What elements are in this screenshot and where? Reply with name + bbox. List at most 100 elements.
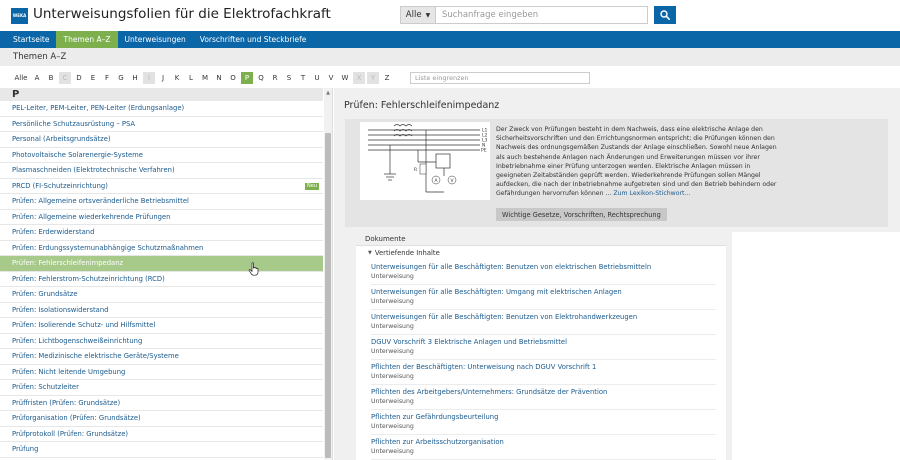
document-item[interactable]: DGUV Vorschrift 3 Elektrische Anlagen un… — [371, 335, 716, 360]
letter-r[interactable]: R — [269, 72, 281, 84]
list-item[interactable]: Photovoltaische Solarenergie-Systeme — [0, 148, 323, 163]
document-item[interactable]: Pflichten des Arbeitgebers/Unternehmers:… — [371, 385, 716, 410]
diagram-label-r: R — [414, 167, 417, 173]
alphabet-filter: Alle A B C D E F G H I J K L M N O P Q R S T U V W X Y Z Liste ein… — [0, 70, 900, 86]
nav-themen-a-z[interactable]: Themen A–Z — [56, 31, 118, 48]
group-header-letter: P — [0, 88, 323, 101]
document-title[interactable]: Pflichten der Beschäftigten: Unterweisun… — [371, 363, 716, 371]
letter-m[interactable]: M — [199, 72, 211, 84]
document-item[interactable]: Unterweisungen für alle Beschäftigten: B… — [371, 310, 716, 335]
letter-h[interactable]: H — [129, 72, 141, 84]
documents-group-toggle[interactable]: ▼ Vertiefende Inhalte — [356, 246, 726, 260]
list-item-label: Plasmaschneiden (Elektrotechnische Verfa… — [12, 166, 175, 175]
list-item-label: Personal (Arbeitsgrundsätze) — [12, 135, 111, 144]
list-item-label: Prüfen: Fehlerstrom-Schutzeinrichtung (R… — [12, 274, 165, 283]
list-item[interactable]: Prüfen: Fehlerstrom-Schutzeinrichtung (R… — [0, 272, 323, 287]
list-item-label: Prüforganisation (Prüfen: Grundsätze) — [12, 414, 141, 423]
letter-t[interactable]: T — [297, 72, 309, 84]
list-item[interactable]: Prüfen: Erderwiderstand — [0, 225, 323, 241]
circuit-diagram: L1 L2 L3 N PE R V A — [360, 122, 490, 200]
letter-b[interactable]: B — [45, 72, 57, 84]
letter-z[interactable]: Z — [381, 72, 393, 84]
letter-l[interactable]: L — [185, 72, 197, 84]
document-title[interactable]: Pflichten zur Arbeitsschutzorganisation — [371, 438, 716, 446]
list-item-label: Prüffristen (Prüfen: Grundsätze) — [12, 398, 121, 407]
list-item[interactable]: Plasmaschneiden (Elektrotechnische Verfa… — [0, 163, 323, 179]
document-type: Unterweisung — [371, 323, 414, 330]
document-title[interactable]: Unterweisungen für alle Beschäftigten: B… — [371, 263, 716, 271]
app-title: Unterweisungsfolien für die Elektrofachk… — [33, 6, 331, 22]
letter-e[interactable]: E — [87, 72, 99, 84]
letter-p[interactable]: P — [241, 72, 253, 84]
list-item[interactable]: PEL-Leiter, PEM-Leiter, PEN-Leiter (Erdu… — [0, 101, 323, 117]
document-title[interactable]: Pflichten des Arbeitgebers/Unternehmers:… — [371, 388, 716, 396]
summary-line: Der Zweck von Prüfungen besteht in dem N… — [496, 126, 763, 133]
topic-list: PEL-Leiter, PEM-Leiter, PEN-Leiter (Erdu… — [0, 101, 323, 458]
list-item[interactable]: Prüforganisation (Prüfen: Grundsätze) — [0, 411, 323, 427]
list-item[interactable]: Prüfen: Schutzleiter — [0, 380, 323, 396]
list-item[interactable]: Prüfen: Lichtbogenschweißeinrichtung — [0, 334, 323, 349]
document-title[interactable]: Unterweisungen für alle Beschäftigten: B… — [371, 313, 716, 321]
letter-q[interactable]: Q — [255, 72, 267, 84]
list-item[interactable]: Personal (Arbeitsgrundsätze) — [0, 132, 323, 148]
document-type: Unterweisung — [371, 298, 414, 305]
list-item[interactable]: Prüffristen (Prüfen: Grundsätze) — [0, 396, 323, 411]
document-title[interactable]: DGUV Vorschrift 3 Elektrische Anlagen un… — [371, 338, 716, 346]
rules-button[interactable]: Wichtige Gesetze, Vorschriften, Rechtspr… — [496, 208, 667, 221]
search-input[interactable]: Suchanfrage eingeben — [436, 6, 648, 24]
letter-o[interactable]: O — [227, 72, 239, 84]
list-item[interactable]: Prüfprotokoll (Prüfen: Grundsätze) — [0, 427, 323, 442]
letter-all[interactable]: Alle — [13, 72, 29, 84]
list-item-label: Prüfen: Allgemeine wiederkehrende Prüfun… — [12, 212, 171, 221]
document-item[interactable]: Pflichten zur Arbeitsschutzorganisation U… — [371, 435, 716, 460]
letter-k[interactable]: K — [171, 72, 183, 84]
nav-unterweisungen[interactable]: Unterweisungen — [118, 31, 193, 48]
letter-j[interactable]: J — [157, 72, 169, 84]
list-item[interactable]: Prüfen: Isolierende Schutz- und Hilfsmit… — [0, 318, 323, 334]
letter-d[interactable]: D — [73, 72, 85, 84]
search-button[interactable] — [654, 6, 676, 24]
list-item-label: Prüfen: Nicht leitende Umgebung — [12, 367, 126, 376]
list-item-label: Prüfen: Fehlerschleifenimpedanz — [12, 259, 124, 268]
nav-startseite[interactable]: Startseite — [0, 31, 56, 48]
nav-vorschriften[interactable]: Vorschriften und Steckbriefe — [193, 31, 314, 48]
scrollbar-thumb[interactable] — [325, 133, 331, 458]
scrollbar[interactable]: ▲ — [324, 88, 332, 460]
list-item[interactable]: PRCD (FI-Schutzeinrichtung) Neu — [0, 179, 323, 194]
document-title[interactable]: Pflichten zur Gefährdungsbeurteilung — [371, 413, 716, 421]
document-title[interactable]: Unterweisungen für alle Beschäftigten: U… — [371, 288, 716, 296]
lexicon-link[interactable]: Zum Lexikon-Stichwort… — [613, 190, 690, 197]
list-item[interactable]: Prüfen: Isolationswiderstand — [0, 303, 323, 318]
list-item[interactable]: Prüfen: Fehlerschleifenimpedanz — [0, 256, 323, 272]
letter-n[interactable]: N — [213, 72, 225, 84]
topic-list-panel: P PEL-Leiter, PEM-Leiter, PEN-Leiter (Er… — [0, 88, 333, 460]
list-item[interactable]: Prüfen: Erdungssystemunabhängige Schutzm… — [0, 241, 323, 256]
search-scope-select[interactable]: Alle ▼ — [400, 6, 436, 24]
list-item-label: PRCD (FI-Schutzeinrichtung) — [12, 181, 108, 190]
logo[interactable]: WEKA — [11, 8, 28, 24]
document-type: Unterweisung — [371, 423, 414, 430]
scroll-up-icon[interactable]: ▲ — [324, 90, 332, 96]
document-item[interactable]: Pflichten der Beschäftigten: Unterweisun… — [371, 360, 716, 385]
letter-s[interactable]: S — [283, 72, 295, 84]
letter-v[interactable]: V — [325, 72, 337, 84]
summary-line: geeigneten Zeitabständen geprüft werden.… — [496, 172, 761, 180]
list-item[interactable]: Prüfen: Nicht leitende Umgebung — [0, 365, 323, 380]
list-item[interactable]: Prüfen: Medizinische elektrische Geräte/… — [0, 349, 323, 365]
letter-a[interactable]: A — [31, 72, 43, 84]
letter-u[interactable]: U — [311, 72, 323, 84]
list-item[interactable]: Prüfen: Grundsätze — [0, 287, 323, 303]
list-item[interactable]: Prüfen: Allgemeine wiederkehrende Prüfun… — [0, 210, 323, 225]
document-item[interactable]: Unterweisungen für alle Beschäftigten: B… — [371, 260, 716, 285]
list-item[interactable]: Prüfung — [0, 442, 323, 458]
letter-c: C — [59, 72, 71, 84]
document-item[interactable]: Pflichten zur Gefährdungsbeurteilung Unte… — [371, 410, 716, 435]
letter-w[interactable]: W — [339, 72, 351, 84]
letter-f[interactable]: F — [101, 72, 113, 84]
list-item[interactable]: Prüfen: Allgemeine ortsveränderliche Bet… — [0, 194, 323, 210]
document-item[interactable]: Unterweisungen für alle Beschäftigten: U… — [371, 285, 716, 310]
list-item-label: Persönliche Schutzausrüstung – PSA — [12, 119, 136, 128]
filter-input[interactable]: Liste eingrenzen — [410, 72, 590, 84]
list-item[interactable]: Persönliche Schutzausrüstung – PSA — [0, 117, 323, 132]
letter-g[interactable]: G — [115, 72, 127, 84]
